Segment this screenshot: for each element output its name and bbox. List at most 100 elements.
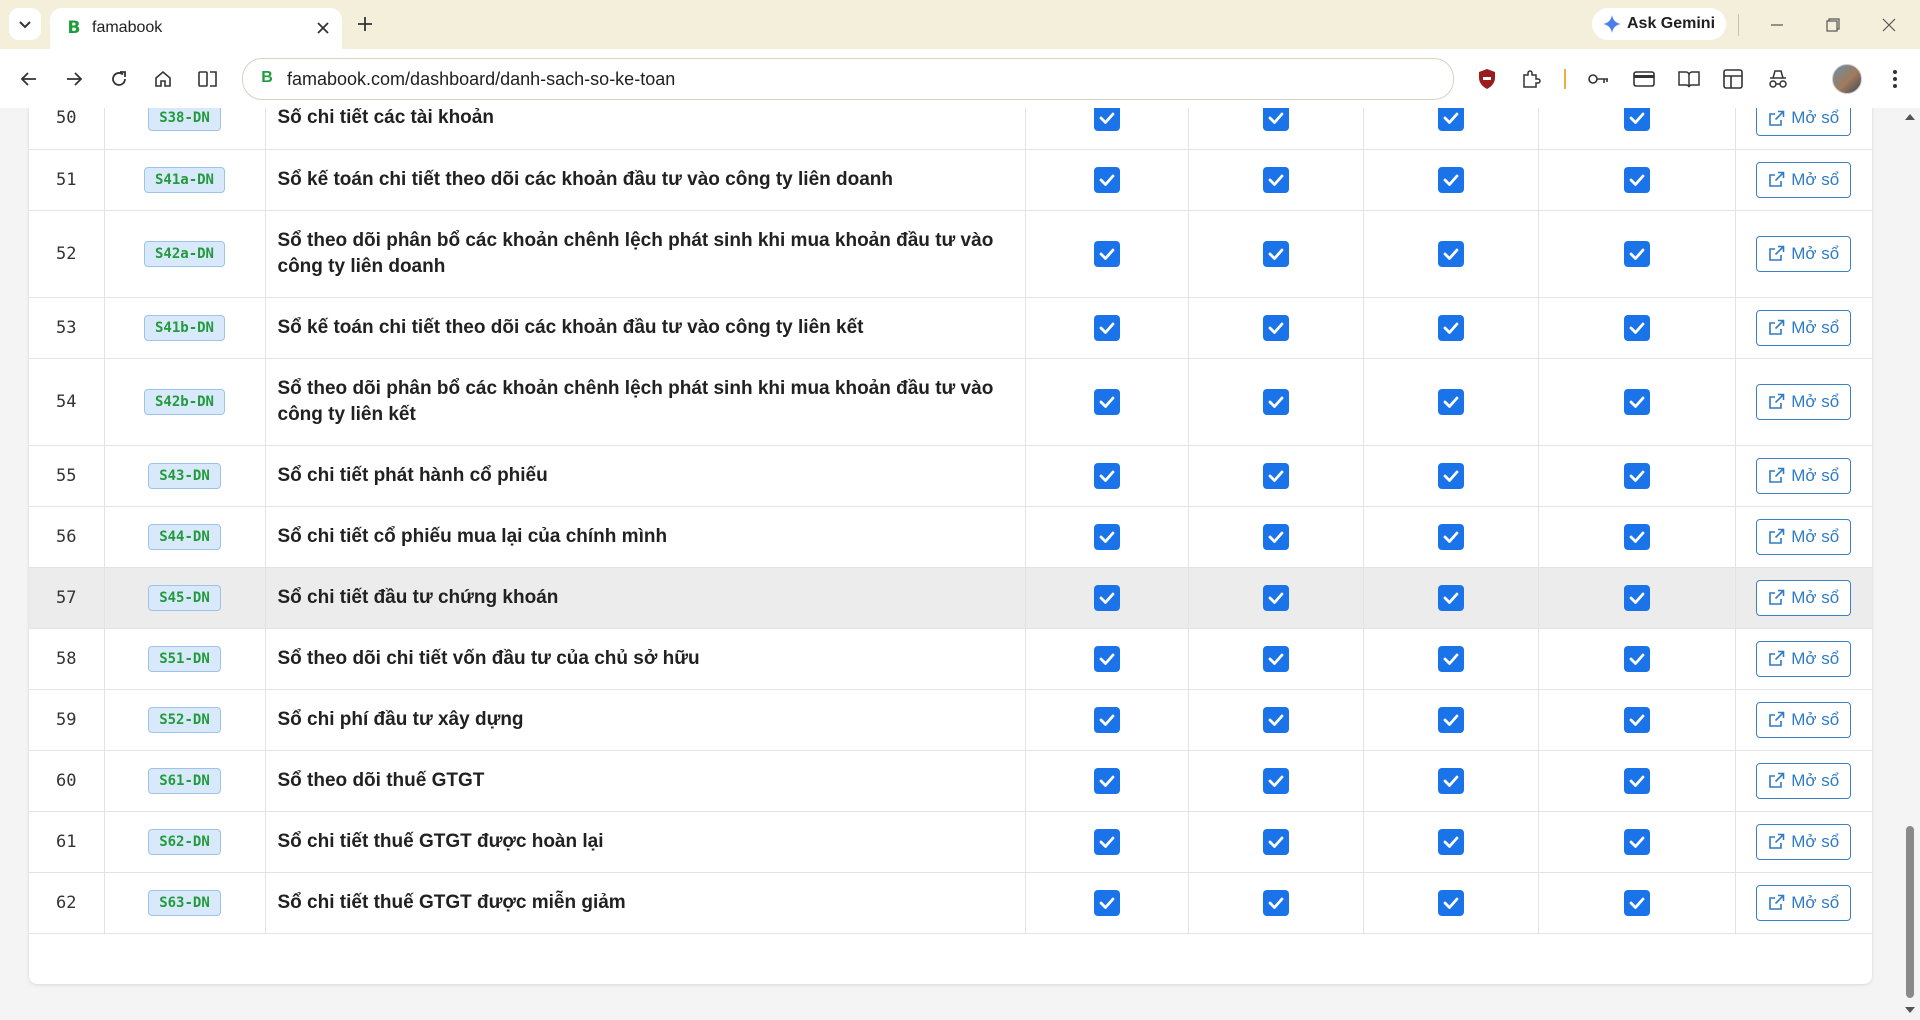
checkbox[interactable] <box>1093 767 1120 794</box>
open-ledger-button[interactable]: Mở sổ <box>1756 762 1852 799</box>
ask-gemini-button[interactable]: Ask Gemini <box>1592 8 1726 40</box>
checkmark-icon <box>1268 248 1283 260</box>
shield-extension-button[interactable] <box>1472 64 1502 94</box>
checkbox[interactable] <box>1437 706 1464 733</box>
checkbox[interactable] <box>1623 240 1650 267</box>
checkbox[interactable] <box>1262 108 1289 132</box>
checkbox[interactable] <box>1093 584 1120 611</box>
open-ledger-button[interactable]: Mở sổ <box>1756 579 1852 616</box>
checkbox-cell <box>1025 210 1189 298</box>
checkbox[interactable] <box>1623 645 1650 672</box>
open-ledger-button[interactable]: Mở sổ <box>1756 518 1852 555</box>
checkbox[interactable] <box>1437 523 1464 550</box>
checkbox[interactable] <box>1093 108 1120 132</box>
tab-layout-button[interactable] <box>1718 64 1748 94</box>
checkbox[interactable] <box>1437 462 1464 489</box>
tab-search-button[interactable] <box>9 8 41 40</box>
close-window-button[interactable] <box>1876 12 1902 38</box>
puzzle-icon <box>1523 70 1541 88</box>
restore-button[interactable] <box>1820 12 1846 38</box>
open-ledger-button[interactable]: Mở sổ <box>1756 701 1852 738</box>
checkmark-icon <box>1268 775 1283 787</box>
checkbox[interactable] <box>1437 645 1464 672</box>
credit-card-icon <box>1633 71 1655 87</box>
address-bar[interactable]: B famabook.com/dashboard/danh-sach-so-ke… <box>242 58 1454 100</box>
checkbox[interactable] <box>1093 828 1120 855</box>
checkbox[interactable] <box>1262 240 1289 267</box>
checkbox[interactable] <box>1437 388 1464 415</box>
checkbox[interactable] <box>1623 388 1650 415</box>
checkbox[interactable] <box>1093 706 1120 733</box>
checkbox[interactable] <box>1262 166 1289 193</box>
checkbox[interactable] <box>1093 645 1120 672</box>
checkbox[interactable] <box>1262 889 1289 916</box>
checkbox[interactable] <box>1093 166 1120 193</box>
checkbox[interactable] <box>1437 240 1464 267</box>
checkbox[interactable] <box>1437 889 1464 916</box>
ledger-code-cell: S42a-DN <box>104 210 266 298</box>
scroll-down-arrow-icon[interactable] <box>1903 1005 1917 1015</box>
minimize-button[interactable] <box>1764 12 1790 38</box>
checkbox[interactable] <box>1437 828 1464 855</box>
forward-button[interactable] <box>59 64 89 94</box>
checkbox[interactable] <box>1262 706 1289 733</box>
open-ledger-button[interactable]: Mở sổ <box>1756 884 1852 921</box>
checkbox[interactable] <box>1623 166 1650 193</box>
incognito-button[interactable] <box>1763 64 1793 94</box>
open-ledger-button[interactable]: Mở sổ <box>1756 108 1852 137</box>
open-ledger-button[interactable]: Mở sổ <box>1756 161 1852 198</box>
scroll-up-arrow-icon[interactable] <box>1903 112 1917 122</box>
reload-button[interactable] <box>104 64 134 94</box>
checkbox[interactable] <box>1093 388 1120 415</box>
reading-mode-button[interactable] <box>1674 64 1704 94</box>
open-ledger-button[interactable]: Mở sổ <box>1756 640 1852 677</box>
checkbox[interactable] <box>1623 767 1650 794</box>
checkbox[interactable] <box>1093 314 1120 341</box>
checkbox[interactable] <box>1437 584 1464 611</box>
checkbox[interactable] <box>1262 523 1289 550</box>
open-ledger-button[interactable]: Mở sổ <box>1756 235 1852 272</box>
payment-methods-button[interactable] <box>1629 64 1659 94</box>
home-button[interactable] <box>148 64 178 94</box>
checkbox[interactable] <box>1437 108 1464 132</box>
checkbox[interactable] <box>1093 889 1120 916</box>
browser-tab[interactable]: B famabook <box>50 8 342 49</box>
checkbox[interactable] <box>1093 240 1120 267</box>
external-link-icon <box>1769 894 1785 910</box>
open-ledger-button[interactable]: Mở sổ <box>1756 383 1852 420</box>
address-url[interactable]: famabook.com/dashboard/danh-sach-so-ke-t… <box>287 69 675 90</box>
new-tab-button[interactable] <box>352 11 378 37</box>
checkbox[interactable] <box>1262 645 1289 672</box>
checkbox[interactable] <box>1623 108 1650 132</box>
checkbox[interactable] <box>1623 706 1650 733</box>
checkbox[interactable] <box>1093 523 1120 550</box>
profile-avatar[interactable] <box>1832 64 1862 94</box>
checkbox-cell <box>1188 297 1364 359</box>
checkbox[interactable] <box>1437 767 1464 794</box>
checkbox[interactable] <box>1623 889 1650 916</box>
checkbox[interactable] <box>1262 767 1289 794</box>
open-ledger-button[interactable]: Mở sổ <box>1756 457 1852 494</box>
extensions-button[interactable] <box>1516 64 1546 94</box>
open-ledger-button[interactable]: Mở sổ <box>1756 823 1852 860</box>
checkbox[interactable] <box>1262 462 1289 489</box>
split-view-button[interactable] <box>193 64 223 94</box>
close-tab-button[interactable] <box>312 17 334 39</box>
scrollbar-thumb[interactable] <box>1906 826 1914 998</box>
open-ledger-button[interactable]: Mở sổ <box>1756 309 1852 346</box>
checkbox[interactable] <box>1623 523 1650 550</box>
back-button[interactable] <box>14 64 44 94</box>
checkbox[interactable] <box>1262 828 1289 855</box>
checkbox[interactable] <box>1262 314 1289 341</box>
checkbox[interactable] <box>1623 314 1650 341</box>
checkbox[interactable] <box>1262 584 1289 611</box>
checkbox[interactable] <box>1623 462 1650 489</box>
checkbox[interactable] <box>1437 314 1464 341</box>
checkbox[interactable] <box>1262 388 1289 415</box>
passwords-button[interactable] <box>1584 64 1614 94</box>
checkbox[interactable] <box>1093 462 1120 489</box>
browser-menu-button[interactable] <box>1880 64 1910 94</box>
checkbox[interactable] <box>1437 166 1464 193</box>
checkbox[interactable] <box>1623 584 1650 611</box>
checkbox[interactable] <box>1623 828 1650 855</box>
